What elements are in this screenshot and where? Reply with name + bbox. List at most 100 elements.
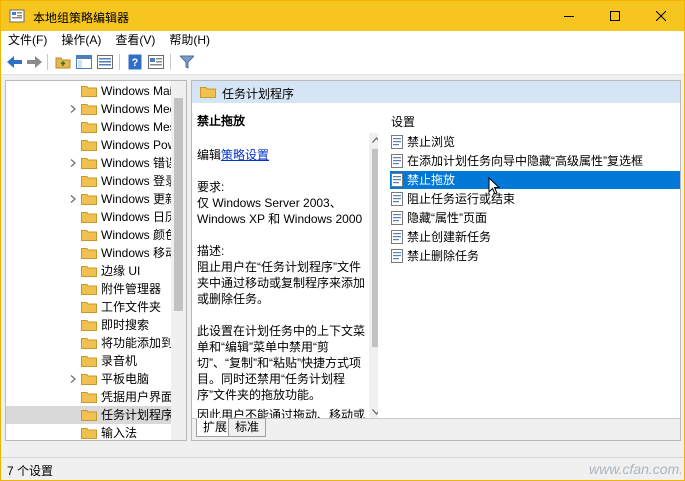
setting-row[interactable]: 禁止浏览 [390,133,680,151]
tree-item-label: Windows 颜色系统 [101,228,172,242]
tree-item[interactable]: Windows 日历 [6,208,172,226]
setting-row[interactable]: 禁止创建新任务 [390,228,680,246]
status-bar: 7 个设置 www.cfan.com.cn [1,457,684,480]
chevron-right-icon[interactable] [69,375,77,383]
title-bar[interactable]: 本地组策略编辑器 [1,1,684,31]
chevron-right-icon[interactable] [69,105,77,113]
tree-item[interactable]: 附件管理器 [6,280,172,298]
policy-setting-icon [391,230,403,244]
edit-policy-line: 编辑策略设置 [197,147,365,163]
policy-setting-icon [391,211,403,225]
up-level-button[interactable] [54,53,72,71]
tree-item[interactable]: Windows 更新 [6,190,172,208]
tree-item-label: Windows Mail [101,84,172,98]
menu-bar: 文件(F) 操作(A) 查看(V) 帮助(H) [1,31,684,50]
tree-item[interactable]: Windows 错误报告 [6,154,172,172]
tab-standard[interactable]: 标准 [228,418,267,437]
tree-item[interactable]: Windows PowerShell [6,136,172,154]
tree-scrollbar-thumb[interactable] [174,98,183,311]
show-tree-button[interactable] [75,53,93,71]
toolbar-separator [170,54,171,70]
tree-item[interactable]: 任务计划程序 [6,406,172,424]
window-title: 本地组策略编辑器 [33,11,130,25]
setting-row[interactable]: 禁止拖放 [390,171,680,189]
details-pane: 任务计划程序 禁止拖放 编辑策略设置 要求: 仅 Windows Server … [191,80,681,441]
menu-action[interactable]: 操作(A) [54,31,108,50]
settings-column-header[interactable]: 设置 [391,113,415,130]
close-button[interactable] [638,1,684,31]
tree-item-label: Windows 日历 [101,210,172,224]
tree-item-label: 工作文件夹 [101,300,162,314]
maximize-button[interactable] [592,1,638,31]
description-paragraph-2: 此设置在计划任务中的上下文菜单和“编辑”菜单中禁用“剪切”、“复制”和“粘贴”快… [197,324,366,402]
forward-button[interactable] [25,53,43,71]
menu-file[interactable]: 文件(F) [1,31,54,50]
tree-item[interactable]: 将功能添加到 Windows 10 [6,334,172,352]
tree-item[interactable]: Windows 颜色系统 [6,226,172,244]
folder-icon [81,320,97,331]
tree-item-label: 即时搜索 [101,318,150,332]
maximize-icon [610,11,620,21]
folder-icon [81,140,97,151]
tree-item[interactable]: 凭据用户界面 [6,388,172,406]
setting-row[interactable]: 阻止任务运行或结束 [390,190,680,208]
tree-item-label: Windows 登录选项 [101,174,172,188]
view-tabs: 扩展 标准 [192,418,680,440]
properties-icon [97,55,113,69]
chevron-right-icon[interactable] [69,195,77,203]
setting-label: 隐藏“属性”页面 [407,211,487,225]
tree-item[interactable]: Windows 登录选项 [6,172,172,190]
refresh-button[interactable] [96,53,114,71]
minimize-button[interactable] [546,1,592,31]
edit-policy-link[interactable]: 策略设置 [221,148,269,162]
setting-label: 禁止拖放 [407,173,456,187]
requirements-label: 要求: [197,180,225,194]
policy-setting-icon [391,192,403,206]
tree-item[interactable]: 边缘 UI [6,262,172,280]
menu-view[interactable]: 查看(V) [108,31,162,50]
description-pane: 禁止拖放 编辑策略设置 要求: 仅 Windows Server 2003、 W… [192,103,388,418]
up-folder-icon [55,57,71,69]
tree-scrollbar[interactable] [171,81,186,440]
toolbar: ? [1,50,684,75]
tree-item[interactable]: 平板电脑 [6,370,172,388]
setting-row[interactable]: 禁止删除任务 [390,247,680,265]
filter-icon [180,55,194,69]
policy-setting-icon [391,249,403,263]
help-button[interactable]: ? [126,53,144,71]
menu-help[interactable]: 帮助(H) [162,31,217,50]
tree-item[interactable]: Windows Mail [6,82,172,100]
tree-item-label: Windows Messenger [101,120,172,134]
tree-item[interactable]: 工作文件夹 [6,298,172,316]
tree-item-label: 凭据用户界面 [101,390,172,404]
svg-text:www.cfan.com.cn: www.cfan.com.cn [589,461,681,477]
description-paragraph-3: 因此用户不能通过拖动、移动或复制文档或程序向“任务计划程序”文 [197,408,366,418]
show-tree-icon [76,55,92,69]
tree-item[interactable]: 录音机 [6,352,172,370]
panel-title: 任务计划程序 [222,87,295,101]
tree-pane[interactable]: Windows Mail Windows Media Center Windows … [5,80,187,441]
tree-item-label: 将功能添加到 Windows 10 [101,336,172,350]
description-paragraph-1: 阻止用户在“任务计划程序”文件夹中通过移动或复制程序来添加或删除任务。 [197,260,366,306]
folder-icon [81,356,97,367]
chevron-right-icon[interactable] [69,159,77,167]
tree-item-label: Windows 移动中心 [101,246,172,260]
tree-item-label: Windows 更新 [101,192,172,206]
tree-item-label: 附件管理器 [101,282,162,296]
tree-item-label: 任务计划程序 [101,408,172,422]
panel-header: 任务计划程序 [192,81,680,103]
tree-item[interactable]: Windows Messenger [6,118,172,136]
folder-icon [81,410,97,421]
forward-arrow-icon [27,56,42,68]
policy-setting-icon [391,135,403,149]
back-button[interactable] [6,53,24,71]
tree-item[interactable]: Windows 移动中心 [6,244,172,262]
setting-row[interactable]: 在添加计划任务向导中隐藏“高级属性”复选框 [390,152,680,170]
tree-item[interactable]: Windows Media Center [6,100,172,118]
filter-button[interactable] [178,53,196,71]
tree-item[interactable]: 即时搜索 [6,316,172,334]
svg-text:?: ? [132,57,139,69]
setting-row[interactable]: 隐藏“属性”页面 [390,209,680,227]
tree-item[interactable]: 输入法 [6,424,172,440]
export-list-button[interactable] [147,53,165,71]
